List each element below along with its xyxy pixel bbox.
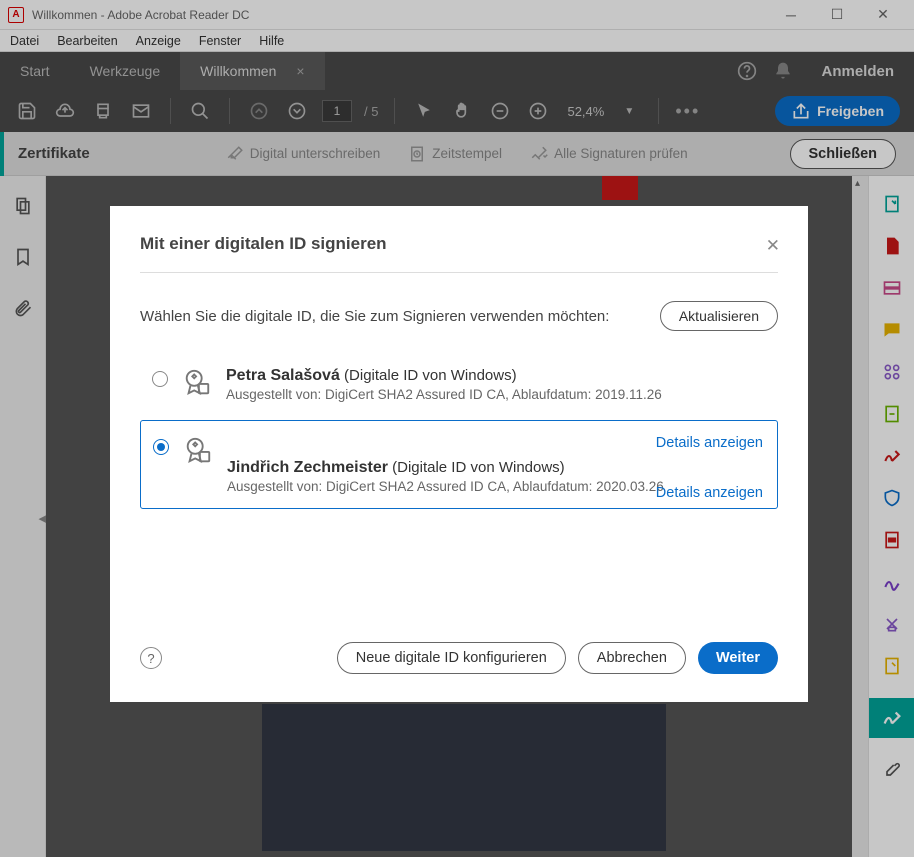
dialog-title: Mit einer digitalen ID signieren — [140, 234, 778, 254]
configure-id-button[interactable]: Neue digitale ID konfigurieren — [337, 642, 566, 674]
details-link[interactable]: Details anzeigen — [656, 435, 763, 451]
next-button[interactable]: Weiter — [698, 642, 778, 674]
cancel-button[interactable]: Abbrechen — [578, 642, 686, 674]
id-name-line: Petra Salašová (Digitale ID von Windows) — [226, 367, 766, 385]
certificate-icon — [182, 367, 212, 397]
dialog-prompt: Wählen Sie die digitale ID, die Sie zum … — [140, 308, 609, 325]
id-name-line: Jindřich Zechmeister (Digitale ID von Wi… — [227, 459, 765, 477]
radio-unselected[interactable] — [152, 371, 168, 387]
digital-id-option[interactable]: Petra Salašová (Digitale ID von Windows)… — [140, 357, 778, 412]
details-link[interactable]: Details anzeigen — [656, 485, 763, 501]
sign-dialog: Mit einer digitalen ID signieren ✕ Wähle… — [110, 206, 808, 702]
id-issued: Ausgestellt von: DigiCert SHA2 Assured I… — [226, 387, 766, 402]
radio-selected[interactable] — [153, 439, 169, 455]
digital-id-option-selected[interactable]: Details anzeigen Jindřich Zechmeister (D… — [140, 420, 778, 509]
digital-id-list: Petra Salašová (Digitale ID von Windows)… — [140, 357, 778, 509]
refresh-button[interactable]: Aktualisieren — [660, 301, 778, 331]
help-icon[interactable]: ? — [140, 647, 162, 669]
certificate-icon — [183, 435, 213, 465]
dialog-close-icon[interactable]: ✕ — [766, 236, 780, 256]
